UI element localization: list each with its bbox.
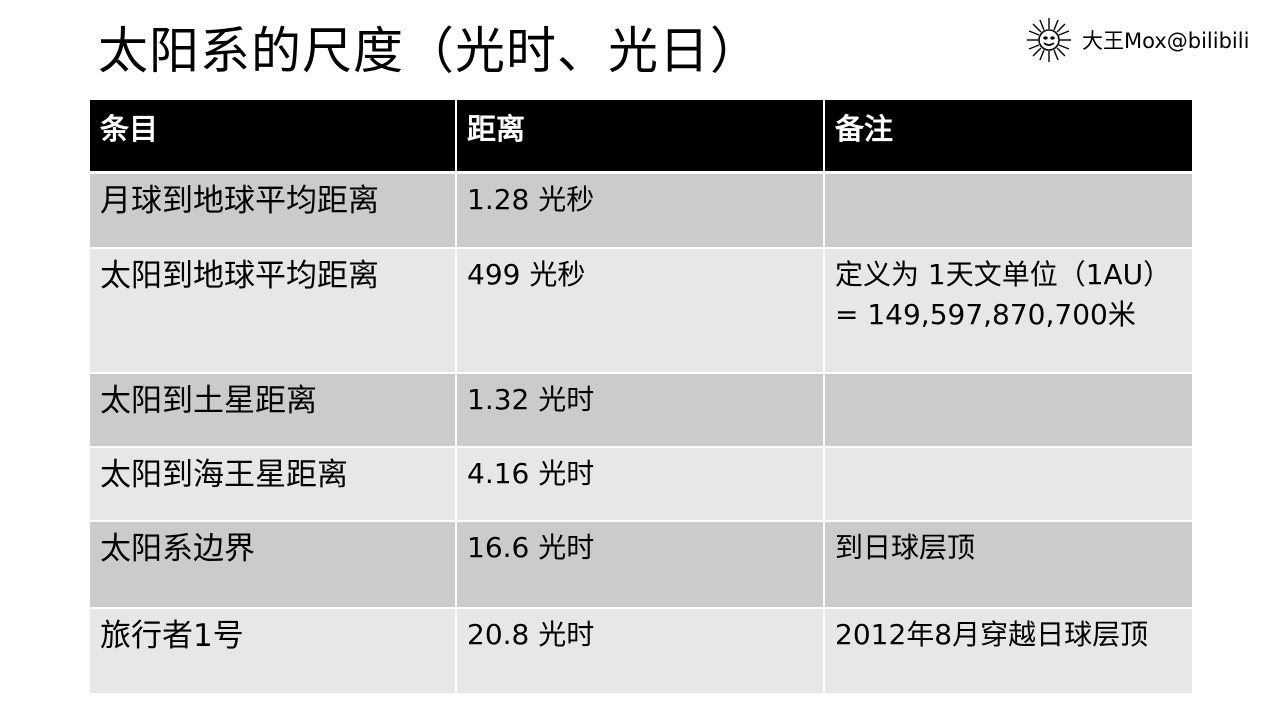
- cell-item: 旅行者1号: [88, 608, 457, 695]
- cell-item: 太阳到地球平均距离: [88, 248, 457, 374]
- table-row: 月球到地球平均距离 1.28 光秒: [88, 172, 1194, 249]
- cell-item: 月球到地球平均距离: [88, 172, 457, 249]
- cell-distance: 16.6 光时: [455, 521, 825, 609]
- table-header-row: 条目 距离 备注: [88, 100, 1194, 174]
- cell-note: [823, 373, 1194, 448]
- spiky-sun-logo-icon: [1027, 18, 1071, 62]
- cell-note: 到日球层顶: [823, 521, 1194, 609]
- table-row: 太阳到地球平均距离 499 光秒 定义为 1天文单位（1AU） = 149,59…: [88, 248, 1194, 374]
- cell-distance: 1.28 光秒: [455, 172, 825, 249]
- watermark: 大王Mox@bilibili: [1026, 16, 1249, 64]
- cell-item: 太阳到海王星距离: [88, 447, 457, 522]
- header-distance: 距离: [455, 100, 825, 174]
- table-row: 太阳到土星距离 1.32 光时: [88, 373, 1194, 448]
- cell-note: [823, 447, 1194, 522]
- cell-distance: 1.32 光时: [455, 373, 825, 448]
- cell-note: [823, 172, 1194, 249]
- cell-distance: 20.8 光时: [455, 608, 825, 695]
- note-line-2: = 149,597,870,700米: [835, 298, 1136, 331]
- cell-item: 太阳系边界: [88, 521, 457, 609]
- cell-note: 2012年8月穿越日球层顶: [823, 608, 1194, 695]
- header-item: 条目: [88, 100, 457, 174]
- cell-distance: 4.16 光时: [455, 447, 825, 522]
- table-row: 太阳系边界 16.6 光时 到日球层顶: [88, 521, 1194, 609]
- cell-item: 太阳到土星距离: [88, 373, 457, 448]
- table-row: 太阳到海王星距离 4.16 光时: [88, 447, 1194, 522]
- page-title: 太阳系的尺度（光时、光日）: [98, 22, 761, 80]
- solar-system-scale-table: 条目 距离 备注 月球到地球平均距离 1.28 光秒 太阳到地球平均距离 499…: [88, 100, 1194, 695]
- note-line-1: 定义为 1天文单位（1AU）: [835, 258, 1172, 291]
- cell-note: 定义为 1天文单位（1AU） = 149,597,870,700米: [823, 248, 1194, 374]
- table-row: 旅行者1号 20.8 光时 2012年8月穿越日球层顶: [88, 608, 1194, 695]
- header-note: 备注: [823, 100, 1194, 174]
- cell-distance: 499 光秒: [455, 248, 825, 374]
- watermark-text: 大王Mox@bilibili: [1082, 29, 1250, 53]
